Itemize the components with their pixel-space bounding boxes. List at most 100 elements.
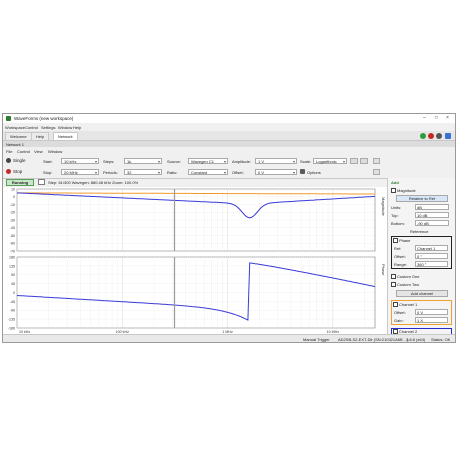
device-status[interactable]: AD2SB-S2-EXT-Dlr (SN:210321A6B ...) xyxy=(338,337,408,342)
zoom-in-icon[interactable] xyxy=(373,158,380,164)
stop-icon xyxy=(6,169,11,175)
steps-field[interactable]: 1k ▾ xyxy=(124,158,162,164)
chevron-down-icon: ▾ xyxy=(223,159,226,164)
phase-grid xyxy=(16,256,376,329)
instrument-tab[interactable]: Network 1 xyxy=(6,142,24,147)
tab-help[interactable]: Help xyxy=(31,132,50,140)
scale-select[interactable]: Logarithmic ▾ xyxy=(313,158,347,164)
scale-label: Scale: xyxy=(300,159,312,164)
running-badge: Running xyxy=(6,179,34,186)
minimize-icon[interactable]: – xyxy=(423,115,426,121)
scale-toggle-a[interactable] xyxy=(350,158,358,164)
top-field[interactable]: 10 dB xyxy=(415,212,449,218)
ratio-select[interactable]: Constant ▾ xyxy=(188,169,228,175)
periods-field[interactable]: 32 ▾ xyxy=(124,169,162,175)
close-icon[interactable]: × xyxy=(446,115,449,121)
magnitude-grid xyxy=(16,188,376,252)
manual-trigger-status[interactable]: Manual Trigger xyxy=(303,337,330,342)
device-icon[interactable] xyxy=(445,133,451,139)
network-plots[interactable]: 10 0 -10 -20 -30 -40 -50 -60 -70 180 135 90 45 0 -45 -… xyxy=(3,187,387,334)
magnitude-side-label: Magnitude xyxy=(381,197,386,216)
ch1-offset-field[interactable]: 0 V xyxy=(415,309,448,315)
zoom-out-icon[interactable] xyxy=(373,169,380,175)
chevron-down-icon: ▾ xyxy=(292,170,295,175)
checkbox-icon xyxy=(393,238,398,244)
instrument-menu: File Control View Window xyxy=(3,148,455,154)
chevron-down-icon: ▾ xyxy=(223,170,226,175)
checkbox-icon xyxy=(391,188,396,194)
status-bar: Manual Trigger AD2SB-S2-EXT-Dlr (SN:2103… xyxy=(3,334,455,342)
stop-field[interactable]: 20 MHz ▾ xyxy=(61,169,99,175)
acquisition-status: Running Step: 61/300 Wavegen: 880.48 kHz… xyxy=(3,179,383,187)
units-label: Units: xyxy=(391,205,402,210)
menu-settings[interactable]: Settings xyxy=(41,125,55,130)
relative-to-ref-button[interactable]: Relative to Ref xyxy=(396,195,448,202)
chevron-down-icon: ▾ xyxy=(94,159,97,164)
amplitude-label: Amplitude: xyxy=(232,159,251,164)
ch1-gain-field[interactable]: 1 X xyxy=(415,317,448,323)
menu-control[interactable]: Control xyxy=(25,125,38,130)
bottom-field[interactable]: -90 dB xyxy=(415,220,449,226)
single-button[interactable]: Single xyxy=(6,157,26,165)
phase-toggle[interactable]: Phase xyxy=(393,238,410,244)
run-all-icon[interactable] xyxy=(420,133,426,139)
traces-panel: Add Magnitude Relative to Ref Units: dB … xyxy=(387,178,455,335)
start-field[interactable]: 10 kHz ▾ xyxy=(61,158,99,164)
offset-label: Offset: xyxy=(232,170,244,175)
range-field[interactable]: 360 ° xyxy=(415,261,448,267)
zoom-fit-icon[interactable] xyxy=(38,179,45,185)
chevron-down-icon: ▾ xyxy=(94,170,97,175)
magnitude-tick-label: -10 xyxy=(10,203,15,207)
phase-tick-label: 0 xyxy=(13,291,15,295)
magnitude-tick-label: -60 xyxy=(10,242,15,246)
add-trace-button[interactable]: Add xyxy=(391,180,399,185)
menu-file[interactable]: File xyxy=(6,149,12,154)
menu-window[interactable]: Window xyxy=(58,125,72,130)
range-label: Range: xyxy=(394,262,407,267)
maximize-icon[interactable]: □ xyxy=(435,115,438,121)
magnitude-tick-label: 0 xyxy=(13,195,15,199)
top-label: Top: xyxy=(391,213,399,218)
menu-help[interactable]: Help xyxy=(73,125,81,130)
magnitude-tick-label: -20 xyxy=(10,211,15,215)
app-icon xyxy=(6,116,11,121)
phase-tick-label: 180 xyxy=(9,255,15,259)
window-title: WaveForms (new workspace) xyxy=(14,116,74,121)
periods-label: Periods: xyxy=(103,170,118,175)
scale-toggle-b[interactable] xyxy=(360,158,368,164)
stop-button[interactable]: Stop xyxy=(6,168,22,176)
ratio-label: Ratio: xyxy=(167,170,178,175)
menu-workspace[interactable]: Workspace xyxy=(5,125,25,130)
ref-select[interactable]: Channel 1 xyxy=(415,245,448,251)
steps-label: Steps: xyxy=(103,159,115,164)
source-select[interactable]: Wavegen C1 ▾ xyxy=(188,158,228,164)
waveforms-window: WaveForms (new workspace) – □ × Workspac… xyxy=(2,113,456,343)
phase-tick-label: 45 xyxy=(11,282,15,286)
version-status: 3.8.8 (x64) xyxy=(406,337,426,342)
units-select[interactable]: dB xyxy=(415,204,449,210)
offset-field[interactable]: 0 V ▾ xyxy=(255,169,297,175)
custom-two-toggle[interactable]: Custom Two xyxy=(391,282,419,288)
custom-one-toggle[interactable]: Custom One xyxy=(391,274,419,280)
gear-icon[interactable] xyxy=(300,169,305,174)
options-button[interactable]: Options xyxy=(307,170,321,175)
magnitude-tick-label: 10 xyxy=(11,187,15,191)
amplitude-field[interactable]: 1 V ▾ xyxy=(255,158,297,164)
reference-link[interactable]: Reference xyxy=(410,229,428,234)
magnitude-tick-label: -50 xyxy=(10,234,15,238)
phase-y-ticks: 180 135 90 45 0 -45 -90 -135 -180 xyxy=(8,255,15,330)
channel1-toggle[interactable]: Channel 1 xyxy=(393,302,417,308)
chevron-down-icon: ▾ xyxy=(292,159,295,164)
add-channel-button[interactable]: Add channel xyxy=(396,290,448,297)
menu-instrument-control[interactable]: Control xyxy=(17,149,30,154)
menu-instrument-window[interactable]: Window xyxy=(48,149,62,154)
magnitude-toggle[interactable]: Magnitude xyxy=(391,188,416,194)
tab-welcome[interactable]: Welcome xyxy=(5,132,32,140)
checkbox-icon xyxy=(391,274,396,280)
record-icon[interactable] xyxy=(436,133,442,139)
tab-network[interactable]: Network xyxy=(53,132,78,140)
menu-view[interactable]: View xyxy=(34,149,43,154)
stop-all-icon[interactable] xyxy=(428,133,434,139)
phase-offset-field[interactable]: 0 ° xyxy=(415,253,448,259)
single-icon xyxy=(6,158,11,164)
